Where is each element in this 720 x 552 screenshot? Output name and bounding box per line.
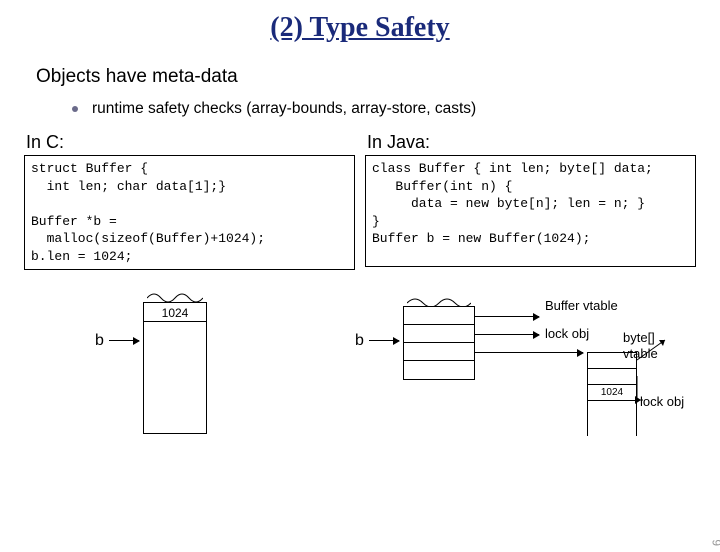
lock-slot	[404, 325, 474, 343]
len-cell: 1024	[143, 302, 207, 322]
array-vtable-slot	[588, 353, 636, 369]
column-c-label: In C:	[26, 132, 355, 153]
column-java-label: In Java:	[367, 132, 696, 153]
squiggle-icon	[407, 294, 471, 306]
array-len-cell: 1024	[588, 385, 636, 401]
bullet-item: runtime safety checks (array-bounds, arr…	[72, 100, 720, 118]
java-code-block: class Buffer { int len; byte[] data; Buf…	[365, 155, 696, 267]
arrow-icon	[109, 340, 139, 341]
diagram-area: b 1024 b Buffer vtable lock obj byte[] v…	[0, 280, 720, 480]
bullet-dot-icon	[72, 106, 78, 112]
c-memory-diagram: b 1024	[95, 288, 295, 448]
arrow-group-icon	[637, 352, 687, 412]
pointer-b-label: b	[95, 332, 104, 350]
c-code-block: struct Buffer { int len; char data[1];} …	[24, 155, 355, 270]
squiggle-icon	[147, 290, 203, 302]
column-java: In Java: class Buffer { int len; byte[] …	[365, 132, 696, 270]
arrow-icon	[475, 334, 539, 335]
arrow-icon	[369, 340, 399, 341]
array-data-region	[588, 401, 636, 441]
pointer-b-label: b	[355, 332, 364, 350]
bullet-text: runtime safety checks (array-bounds, arr…	[92, 100, 476, 117]
open-bottom-mask	[587, 436, 637, 442]
buffer-object	[403, 306, 475, 380]
open-bottom-mask	[143, 434, 207, 440]
heading: Objects have meta-data	[36, 66, 720, 88]
page-number: 9	[710, 539, 720, 546]
data-slot	[404, 361, 474, 379]
vtable-slot	[404, 307, 474, 325]
arrow-icon	[475, 316, 539, 317]
buffer-vtable-label: Buffer vtable	[545, 298, 618, 313]
arrow-icon	[475, 352, 583, 353]
java-memory-diagram: b Buffer vtable lock obj byte[] vtable l…	[355, 288, 705, 478]
array-lock-slot	[588, 369, 636, 385]
column-c: In C: struct Buffer { int len; char data…	[24, 132, 355, 270]
slide-title: (2) Type Safety	[0, 12, 720, 44]
len-slot	[404, 343, 474, 361]
lock-obj-label: lock obj	[545, 326, 589, 341]
byte-array-object: 1024	[587, 352, 637, 442]
